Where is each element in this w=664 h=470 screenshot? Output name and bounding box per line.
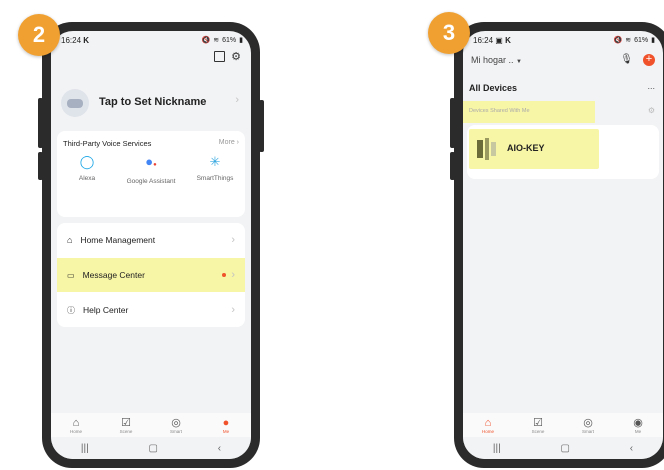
android-nav-bar: ||| ▢ ‹ [463,437,663,459]
chevron-right-icon: › [235,94,239,106]
mic-icon[interactable]: 🎙 [620,54,633,65]
me-icon: ◉ [633,416,643,429]
tab-home[interactable]: ⌂ Home [463,413,513,437]
mute-icon: 🔇 [613,37,623,44]
voice-item-smartthings[interactable]: ✳ SmartThings [185,154,245,183]
back-icon[interactable]: ‹ [630,443,633,454]
profile-row[interactable]: Tap to Set Nickname › [51,85,251,121]
status-bar: 16:24 ▣ K 🔇 ≋ 61% ▮ [463,31,663,49]
tab-bar: ⌂ Home ☑ Scene ◎ Smart ● Me [51,413,251,437]
menu-card: ⌂ Home Management › ▭ Message Center › ⓘ… [57,223,245,327]
side-button [38,152,43,180]
caret-down-icon: ▼ [516,59,522,65]
side-button [450,98,455,148]
android-nav-bar: ||| ▢ ‹ [51,437,251,459]
battery-level: 61% [634,36,649,44]
voice-item-alexa[interactable]: ◯ Alexa [57,154,117,183]
shared-devices-label: Devices Shared With Me [469,108,530,114]
tab-bar: ⌂ Home ☑ Scene ◎ Smart ◉ Me [463,413,663,437]
home-management-row[interactable]: ⌂ Home Management › [57,223,245,257]
scene-icon: ☑ [533,416,543,429]
side-button [38,98,43,148]
step-badge: 2 [18,14,60,56]
k-icon: K [83,35,90,45]
help-icon: ⓘ [67,305,75,315]
chevron-right-icon: › [231,234,235,246]
avatar [61,89,89,117]
chevron-right-icon: › [231,304,235,316]
voice-more-link[interactable]: More › [219,139,239,146]
k-icon: K [505,35,511,45]
side-button [450,152,455,180]
voice-services-title: Third-Party Voice Services [63,139,152,148]
avatar-icon [67,98,83,108]
screen-home: 16:24 ▣ K 🔇 ≋ 61% ▮ Mi hogar .. ▼ 🎙 + Al… [463,31,663,459]
smart-icon: ◎ [171,416,181,429]
unread-dot [222,273,227,277]
tab-smart[interactable]: ◎ Smart [563,413,613,437]
home-nav-icon[interactable]: ▢ [560,443,569,454]
step-badge: 3 [428,12,470,54]
battery-icon: ▮ [651,37,655,44]
home-nav-icon[interactable]: ▢ [148,443,157,454]
status-bar: 16:24 K 🔇 ≋ 61% ▮ [51,31,251,49]
shared-settings-icon[interactable]: ⚙ [648,106,655,115]
screen-me: 16:24 K 🔇 ≋ 61% ▮ ⚙ Tap to Set Nickname … [51,31,251,459]
scan-icon[interactable] [214,51,225,62]
voice-services-card: Third-Party Voice Services More › ◯ Alex… [57,131,245,217]
smartthings-icon: ✳ [209,154,221,169]
mute-icon: 🔇 [201,37,211,44]
phone-left: 16:24 K 🔇 ≋ 61% ▮ ⚙ Tap to Set Nickname … [38,22,264,468]
recents-icon[interactable]: ||| [81,443,89,454]
me-icon: ● [222,416,230,429]
scene-icon: ☑ [121,416,131,429]
home-icon: ⌂ [67,235,73,245]
recents-icon[interactable]: ||| [493,443,501,454]
device-card[interactable]: AIO-KEY [467,125,659,179]
nickname: Tap to Set Nickname [99,96,207,108]
battery-icon: ▮ [239,37,243,44]
wifi-icon: ≋ [213,37,220,44]
tab-home[interactable]: ⌂ Home [51,413,101,437]
tab-scene[interactable]: ☑ Scene [513,413,563,437]
message-center-row[interactable]: ▭ Message Center › [57,258,245,292]
tab-me[interactable]: ◉ Me [613,413,663,437]
wifi-icon: ≋ [625,37,632,44]
device-highlight: AIO-KEY [469,129,599,169]
tab-me[interactable]: ● Me [201,413,251,437]
calendar-icon: ▣ [495,35,503,45]
status-time: 16:24 [61,35,82,45]
battery-level: 61% [222,36,237,44]
add-device-button[interactable]: + [643,54,655,66]
side-button [259,100,264,152]
device-name: AIO-KEY [507,143,545,153]
voice-item-google[interactable]: ●● Google Assistant [121,154,181,186]
message-icon: ▭ [67,270,75,280]
home-selector[interactable]: Mi hogar .. ▼ [471,55,522,65]
home-tab-icon: ⌂ [72,416,80,429]
device-image [477,138,497,160]
home-tab-icon: ⌂ [484,416,492,429]
phone-right: 16:24 ▣ K 🔇 ≋ 61% ▮ Mi hogar .. ▼ 🎙 + Al… [450,22,664,468]
back-icon[interactable]: ‹ [218,443,221,454]
tab-smart[interactable]: ◎ Smart [151,413,201,437]
section-title: All Devices [469,83,518,93]
more-menu-icon[interactable]: ... [647,81,655,91]
chevron-right-icon: › [231,269,235,281]
settings-icon[interactable]: ⚙ [231,50,241,63]
google-assistant-icon: ●● [145,154,157,169]
status-time: 16:24 [473,35,494,45]
smart-icon: ◎ [583,416,593,429]
shared-devices-header: Devices Shared With Me [463,101,595,123]
help-center-row[interactable]: ⓘ Help Center › [57,293,245,327]
tab-scene[interactable]: ☑ Scene [101,413,151,437]
alexa-icon: ◯ [79,154,95,169]
